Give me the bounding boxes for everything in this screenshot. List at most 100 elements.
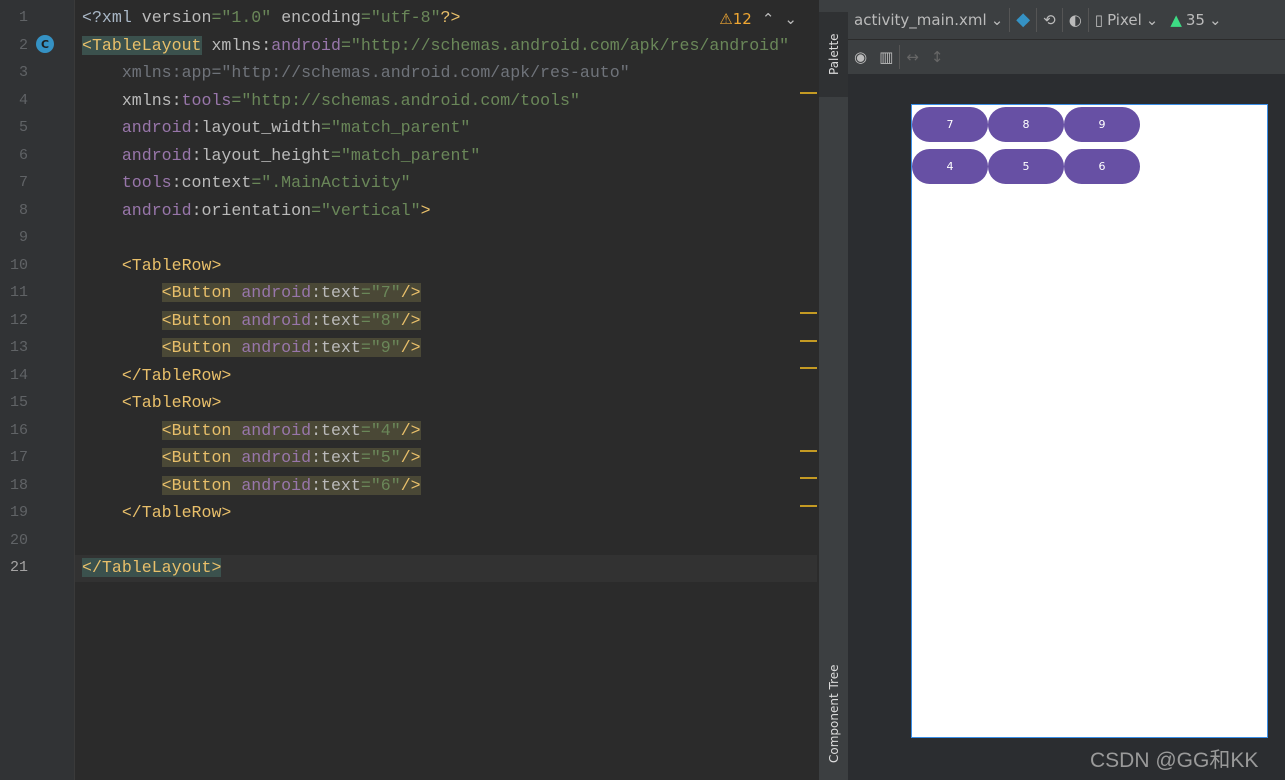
code-line[interactable]: <TableLayout xmlns:android="http://schem… xyxy=(82,32,789,59)
code-token: /> xyxy=(400,448,421,467)
preview-button-7[interactable]: 7 xyxy=(912,107,988,142)
code-token: <Button xyxy=(161,420,242,440)
watermark: CSDN @GG和KK xyxy=(1090,749,1259,772)
code-line[interactable]: xmlns:app="http://schemas.android.com/ap… xyxy=(82,59,630,86)
code-token: <TableLayout xyxy=(82,35,202,55)
line-number: 3 xyxy=(18,64,28,81)
code-token: android xyxy=(121,118,192,137)
code-token: <?xml xyxy=(82,8,142,27)
design-toolbar: activity_main.xml ⌄ ◆ ⟲ ◐ ▯ Pixel ⌄ ▲ 35 ⌄ xyxy=(848,0,1285,40)
code-token: ?> xyxy=(440,8,461,27)
warning-stripe-marker[interactable] xyxy=(800,367,817,369)
device-selector[interactable]: ▯ Pixel ⌄ xyxy=(1089,0,1165,39)
code-token: </TableLayout> xyxy=(82,558,222,577)
design-surface-button[interactable]: ◆ xyxy=(1010,0,1036,39)
code-token: encoding xyxy=(281,8,361,27)
line-number: 20 xyxy=(9,531,28,549)
code-token: :text xyxy=(311,448,361,467)
code-token: android xyxy=(241,283,312,302)
code-token: <Button xyxy=(161,283,242,302)
code-line[interactable]: <TableRow> xyxy=(82,389,222,416)
code-token: xmlns: xyxy=(201,35,272,55)
file-name: activity_main.xml xyxy=(854,10,987,29)
line-number: 8 xyxy=(18,201,28,219)
palette-tab[interactable]: Palette xyxy=(819,12,849,97)
warning-stripe-marker[interactable] xyxy=(800,312,817,314)
code-token: :text xyxy=(311,283,361,302)
blueprint-button[interactable]: ▥ xyxy=(873,40,899,74)
warning-count: 12 xyxy=(732,10,752,28)
line-number: 7 xyxy=(18,174,28,191)
code-line[interactable]: android:layout_width="match_parent" xyxy=(82,114,471,141)
code-line[interactable]: android:orientation="vertical"> xyxy=(82,197,431,224)
code-token: ="utf-8" xyxy=(360,8,441,27)
code-line[interactable]: <Button android:text="7"/> xyxy=(82,279,421,306)
preview-button-9[interactable]: 9 xyxy=(1064,107,1140,142)
class-gutter-icon[interactable]: C xyxy=(36,35,54,53)
code-line[interactable]: </TableRow> xyxy=(82,362,232,389)
code-token: </TableRow> xyxy=(121,503,232,522)
code-line[interactable]: <Button android:text="5"/> xyxy=(82,444,421,471)
previous-highlight-icon[interactable]: ⌃ xyxy=(762,10,775,28)
preview-button-6[interactable]: 6 xyxy=(1064,149,1140,184)
preview-button-4[interactable]: 4 xyxy=(912,149,988,184)
horizontal-arrows-icon: ↔ xyxy=(906,48,919,66)
code-token: :orientation xyxy=(191,200,312,220)
code-token: version xyxy=(141,8,212,27)
line-number: 2 xyxy=(18,36,28,54)
file-selector[interactable]: activity_main.xml ⌄ xyxy=(848,0,1009,39)
code-token: android xyxy=(121,145,192,165)
code-token: tools xyxy=(121,173,172,192)
code-line[interactable]: <TableRow> xyxy=(82,252,222,279)
code-token: <Button xyxy=(161,338,242,357)
code-token: android xyxy=(241,310,312,330)
warning-stripe-marker[interactable] xyxy=(800,340,817,342)
warning-stripe-marker[interactable] xyxy=(800,477,817,479)
line-number: 4 xyxy=(18,91,28,109)
line-number: 15 xyxy=(9,394,28,411)
line-number: 14 xyxy=(9,366,28,384)
api-selector[interactable]: ▲ 35 ⌄ xyxy=(1164,0,1227,39)
line-number: 9 xyxy=(18,229,28,246)
rotate-icon: ⟲ xyxy=(1043,10,1056,29)
code-line[interactable]: <?xml version="1.0" encoding="utf-8"?> xyxy=(82,4,460,31)
view-options-button[interactable]: ◉ xyxy=(848,40,873,74)
code-token: android xyxy=(241,420,312,440)
api-level: 35 xyxy=(1185,10,1205,29)
palette-label: Palette xyxy=(827,33,841,76)
code-line[interactable]: android:layout_height="match_parent" xyxy=(82,142,481,169)
orientation-button[interactable]: ⟲ xyxy=(1037,0,1062,39)
code-line[interactable]: xmlns:tools="http://schemas.android.com/… xyxy=(82,87,580,114)
component-tree-tab[interactable]: Component Tree xyxy=(819,648,849,780)
code-line[interactable]: <Button android:text="4"/> xyxy=(82,417,421,444)
warning-stripe-marker[interactable] xyxy=(800,505,817,507)
code-token: /> xyxy=(400,310,421,330)
preview-button-5[interactable]: 5 xyxy=(988,149,1064,184)
code-editor[interactable]: ⚠12 ⌃ ⌄ <?xml version="1.0" encoding="ut… xyxy=(75,0,817,780)
device-preview[interactable]: 789 456 xyxy=(911,104,1268,738)
code-token: > xyxy=(420,200,431,220)
preview-button-8[interactable]: 8 xyxy=(988,107,1064,142)
warning-stripe-marker[interactable] xyxy=(800,92,817,94)
warning-stripe-marker[interactable] xyxy=(800,450,817,452)
code-token: android xyxy=(241,338,312,357)
code-line[interactable]: </TableLayout> xyxy=(82,554,222,581)
code-token: :layout_height xyxy=(191,145,331,165)
code-line[interactable]: tools:context=".MainActivity" xyxy=(82,169,411,196)
night-mode-button[interactable]: ◐ xyxy=(1063,0,1088,39)
next-highlight-icon[interactable]: ⌄ xyxy=(784,10,797,28)
expand-horizontal-button[interactable]: ↔ xyxy=(900,40,925,74)
code-line[interactable]: </TableRow> xyxy=(82,499,232,526)
code-token: /> xyxy=(400,475,421,495)
code-line[interactable]: <Button android:text="8"/> xyxy=(82,307,421,334)
code-line[interactable]: <Button android:text="6"/> xyxy=(82,472,421,499)
code-token: </TableRow> xyxy=(121,365,232,385)
code-token: /> xyxy=(400,338,421,357)
expand-vertical-button[interactable]: ↕ xyxy=(925,40,950,74)
code-line[interactable]: <Button android:text="9"/> xyxy=(82,334,421,361)
inspection-widget[interactable]: ⚠12 ⌃ ⌄ xyxy=(719,10,797,28)
